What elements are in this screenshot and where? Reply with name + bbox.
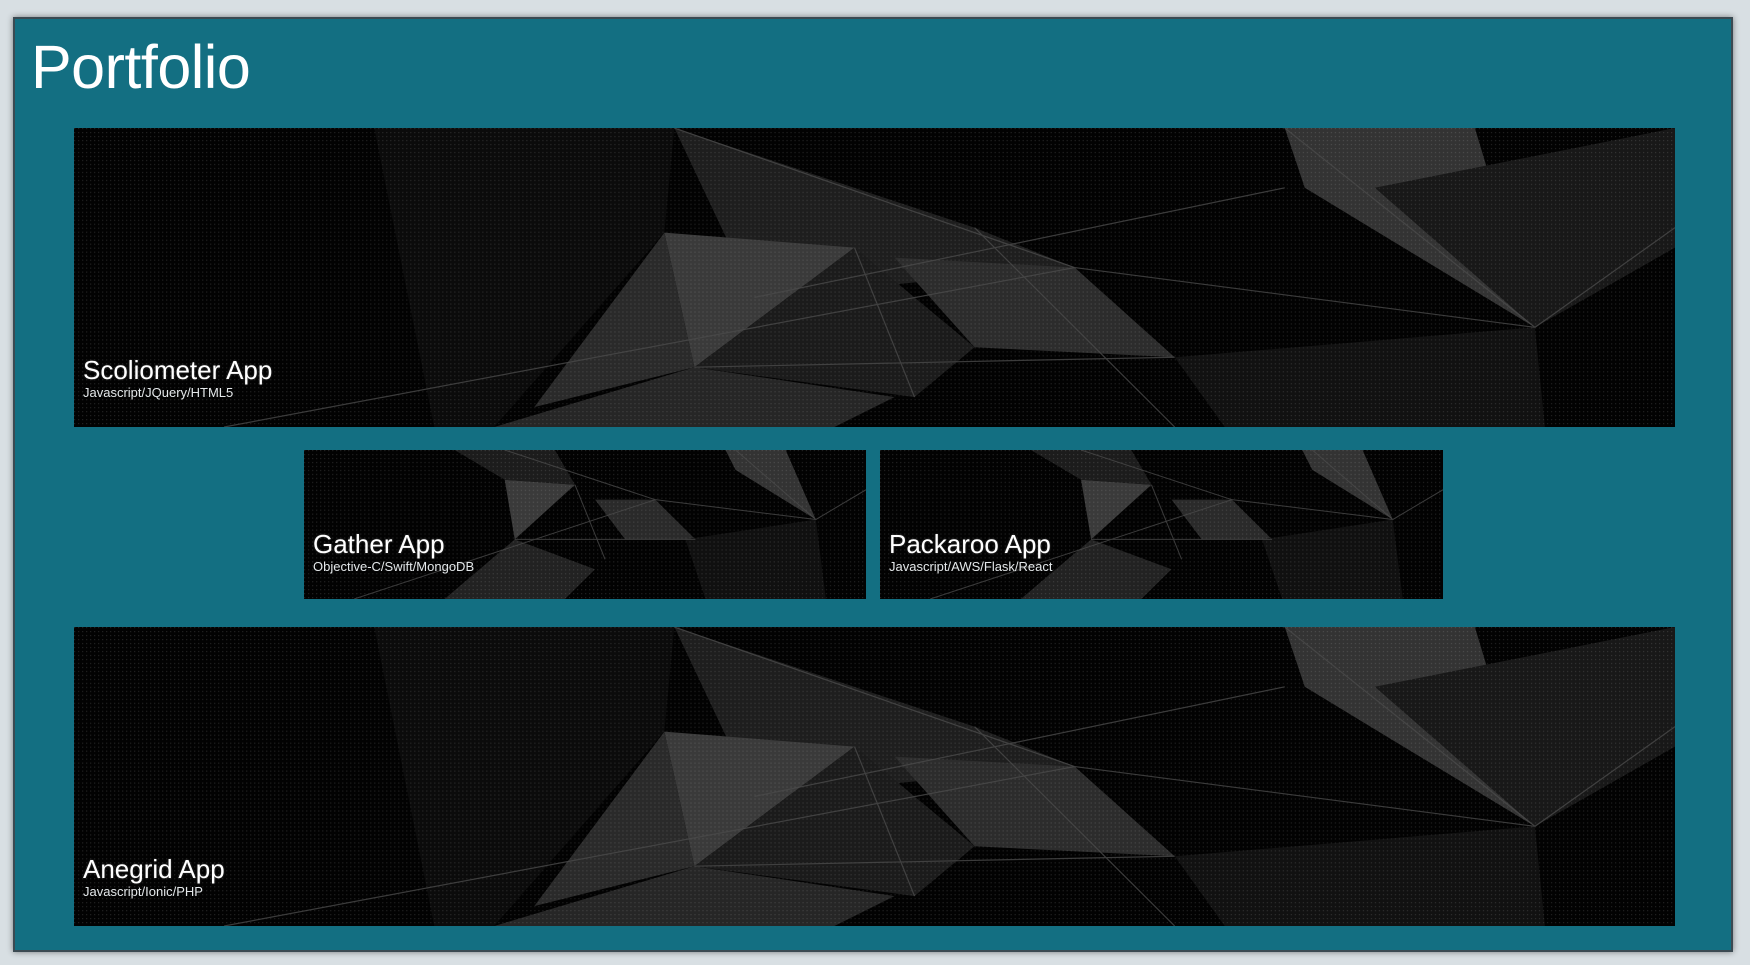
polygon-background-image <box>74 627 1675 926</box>
polygon-background-image <box>304 450 866 599</box>
project-stack: Javascript/Ionic/PHP <box>83 884 203 900</box>
project-caption: Scoliometer App Javascript/JQuery/HTML5 <box>83 356 272 401</box>
project-card-scoliometer[interactable]: Scoliometer App Javascript/JQuery/HTML5 <box>74 128 1675 427</box>
portfolio-panel: Portfolio Scoliometer App Javascript/JQu… <box>13 17 1733 952</box>
project-caption: Gather App Objective-C/Swift/MongoDB <box>313 530 474 575</box>
page-title: Portfolio <box>31 33 251 101</box>
project-name: Scoliometer App <box>83 354 273 385</box>
project-caption: Packaroo App Javascript/AWS/Flask/React <box>889 530 1053 575</box>
project-card-anegrid[interactable]: Anegrid App Javascript/Ionic/PHP <box>74 627 1675 926</box>
polygon-background-image <box>880 450 1443 599</box>
project-card-packaroo[interactable]: Packaroo App Javascript/AWS/Flask/React <box>880 450 1443 599</box>
project-stack: Javascript/JQuery/HTML5 <box>83 385 234 401</box>
project-name: Anegrid App <box>83 853 225 884</box>
project-stack: Objective-C/Swift/MongoDB <box>313 559 475 575</box>
project-card-gather[interactable]: Gather App Objective-C/Swift/MongoDB <box>304 450 866 599</box>
project-caption: Anegrid App Javascript/Ionic/PHP <box>83 855 225 900</box>
project-name: Packaroo App <box>889 528 1051 559</box>
polygon-background-image <box>74 128 1675 427</box>
project-stack: Javascript/AWS/Flask/React <box>889 559 1053 575</box>
project-name: Gather App <box>313 528 445 559</box>
